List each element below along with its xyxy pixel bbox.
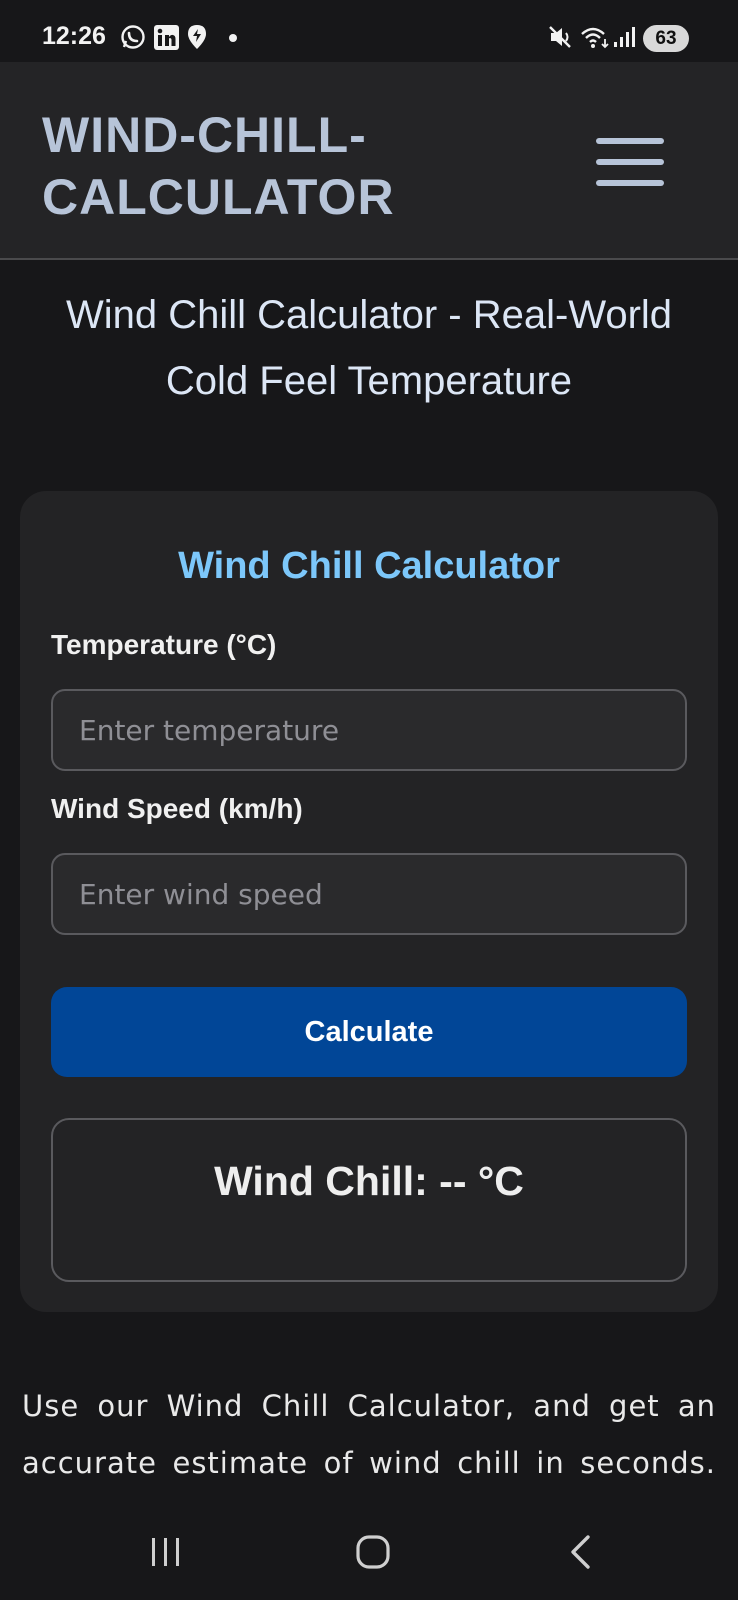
status-bar: 12:26 63 (0, 0, 738, 62)
home-icon[interactable] (352, 1531, 394, 1573)
whatsapp-icon (120, 24, 146, 50)
signal-icon (612, 24, 636, 50)
system-nav-bar (0, 1501, 738, 1600)
location-pin-icon (187, 24, 207, 50)
mute-icon (548, 24, 574, 50)
wind-speed-input[interactable] (51, 853, 687, 935)
page-title: Wind Chill Calculator - Real-World Cold … (65, 293, 673, 403)
calculator-title: Wind Chill Calculator (178, 545, 560, 587)
wifi-icon (580, 24, 610, 50)
recent-apps-icon[interactable] (146, 1531, 186, 1573)
wind-chill-result: Wind Chill: -- °C (214, 1158, 524, 1204)
site-header: WIND-CHILL-CALCULATOR (0, 62, 738, 260)
temperature-label: Temperature (°C) (51, 629, 277, 660)
wind-speed-label: Wind Speed (km/h) (51, 793, 303, 824)
intro-paragraph: Use our Wind Chill Calculator, and get a… (22, 1389, 716, 1480)
linkedin-icon (153, 24, 179, 50)
hamburger-menu-icon[interactable] (596, 138, 664, 186)
battery-icon: 63 (643, 25, 689, 52)
site-logo-text[interactable]: WIND-CHILL-CALCULATOR (42, 104, 462, 228)
calculator-card: Wind Chill Calculator Temperature (°C) W… (20, 491, 718, 1312)
temperature-input[interactable] (51, 689, 687, 771)
notification-dot (229, 34, 237, 42)
result-box: Wind Chill: -- °C (51, 1118, 687, 1282)
calculate-button[interactable]: Calculate (51, 987, 687, 1077)
status-time: 12:26 (42, 22, 106, 50)
back-icon[interactable] (562, 1531, 598, 1573)
